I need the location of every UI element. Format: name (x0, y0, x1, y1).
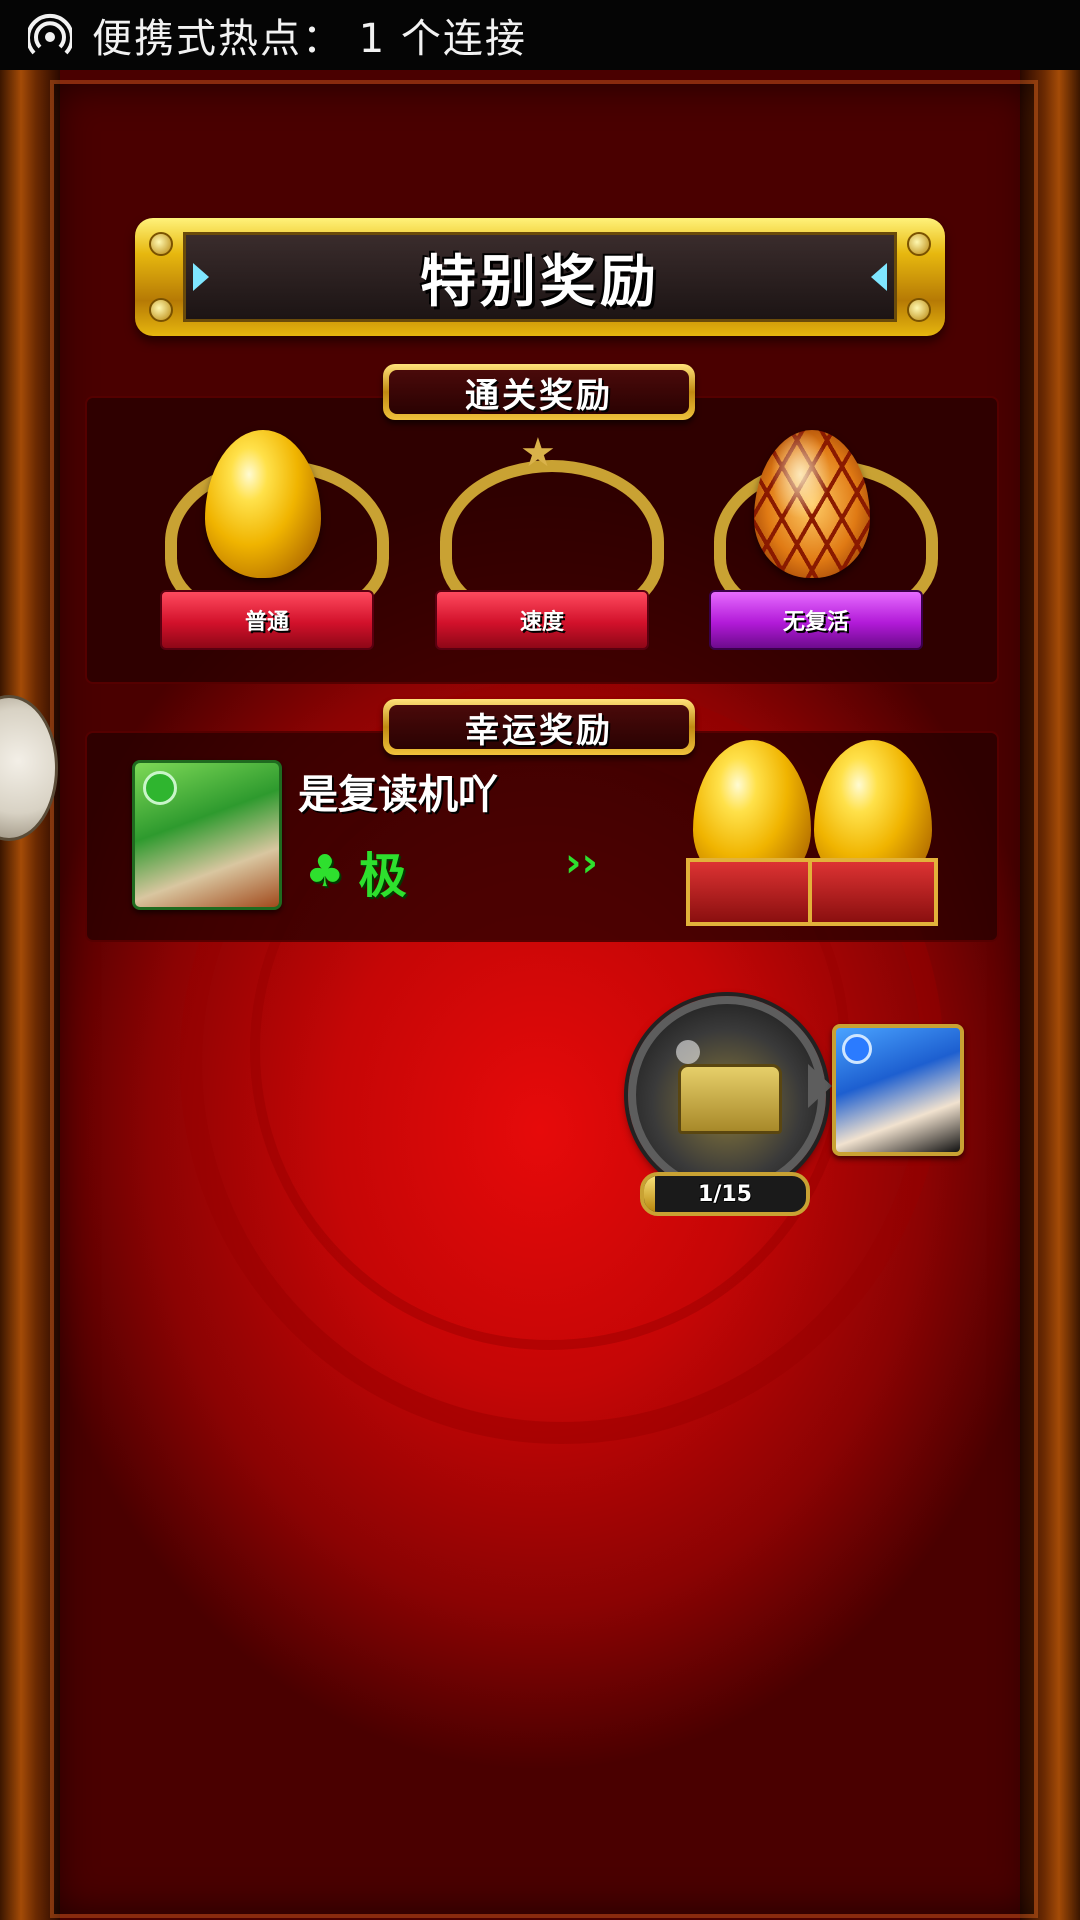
medal-normal[interactable]: 普通 (145, 430, 389, 670)
gold-egg-icon (205, 430, 321, 578)
egg-box-icon (808, 858, 938, 926)
treasure-orb[interactable] (628, 996, 826, 1194)
title-banner: 特别奖励 (135, 218, 945, 336)
medal-speed[interactable]: ★ 速度 (420, 430, 664, 670)
wood-element-icon (143, 771, 177, 805)
character-card[interactable] (832, 1024, 964, 1156)
treasure-progress: 1/15 (640, 1172, 810, 1216)
clover-icon: ♣ (305, 845, 345, 897)
title-banner-inner: 特别奖励 (183, 232, 897, 322)
medal-label: 普通 (160, 590, 374, 650)
clear-reward-label-text: 通关奖励 (389, 370, 689, 416)
hex-egg-icon (754, 430, 870, 578)
medal-no-revive[interactable]: 无复活 (694, 430, 938, 670)
gem-right-icon (871, 263, 887, 291)
player-avatar[interactable] (132, 760, 282, 910)
hotspot-icon (28, 13, 72, 55)
bolt-icon (907, 298, 931, 322)
glint (676, 1040, 700, 1064)
medal-label: 无复活 (709, 590, 923, 650)
pointer-icon (808, 1064, 832, 1108)
star-icon: ★ (520, 430, 556, 476)
luck-rank-text: 极 (358, 848, 407, 904)
page-title: 特别奖励 (420, 249, 660, 315)
lucky-reward-label-text: 幸运奖励 (389, 705, 689, 751)
clear-reward-label: 通关奖励 (383, 364, 695, 420)
water-element-icon (842, 1034, 872, 1064)
bolt-icon (907, 232, 931, 256)
player-name: 是复读机吖 (298, 772, 498, 818)
egg-box-icon (686, 858, 816, 926)
status-text: 便携式热点： 1 个连接 (92, 16, 527, 62)
lucky-reward-label: 幸运奖励 (383, 699, 695, 755)
treasure-chest-icon (678, 1064, 782, 1134)
gem-left-icon (193, 263, 209, 291)
medal-label: 速度 (435, 590, 649, 650)
bolt-icon (149, 298, 173, 322)
status-bar: 便携式热点： 1 个连接 (0, 0, 1080, 70)
chevron-right-icon: ›› (565, 840, 598, 886)
luck-rank: ♣ 极 (305, 836, 406, 906)
bolt-icon (149, 232, 173, 256)
treasure-progress-text: 1/15 (698, 1181, 752, 1207)
game-screen: 便携式热点： 1 个连接 特别奖励 通关奖励 普通 ★ 速度 无复活 幸运奖励 … (0, 0, 1080, 1920)
